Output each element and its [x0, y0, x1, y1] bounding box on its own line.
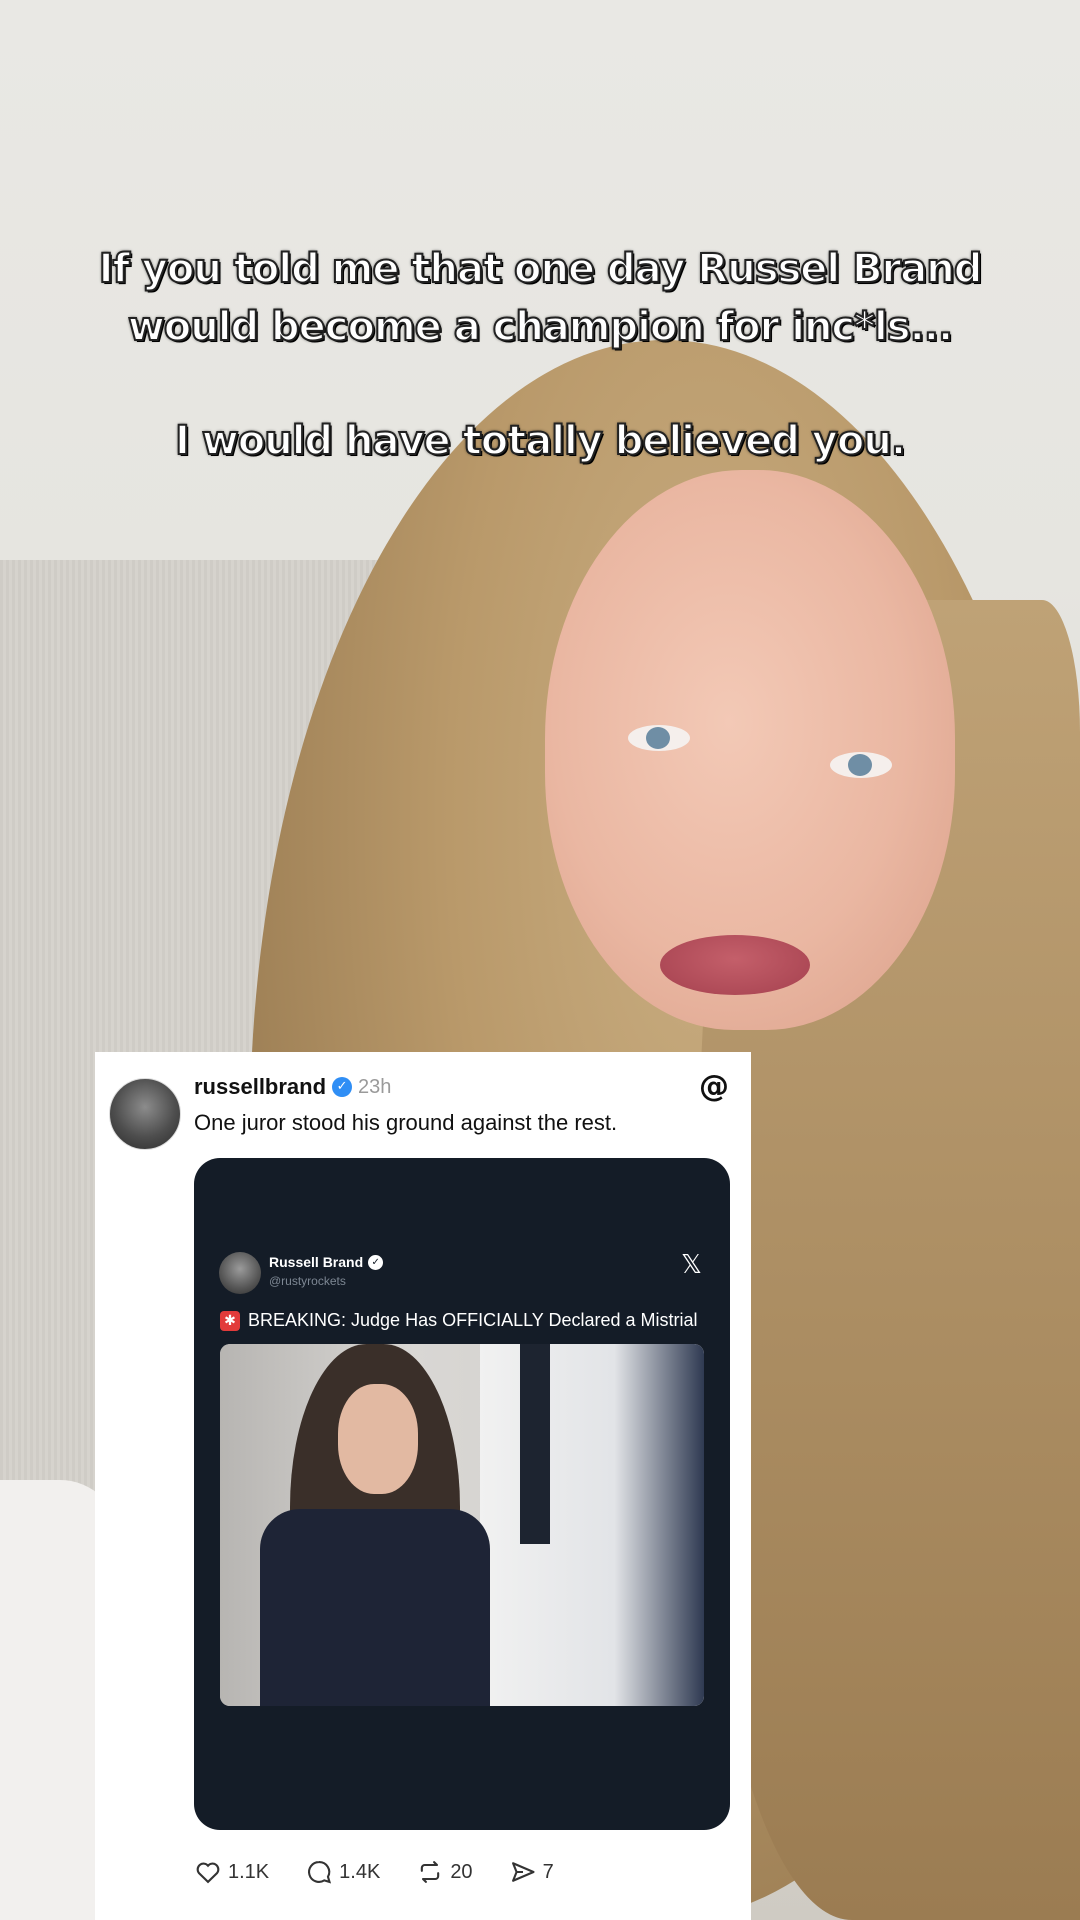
right-eye [830, 752, 892, 778]
embed-text: BREAKING: Judge Has OFFICIALLY Declared … [248, 1310, 698, 1330]
video-caption: If you told me that one day Russel Brand… [40, 240, 1040, 470]
threads-logo-icon: @ [699, 1069, 729, 1104]
engagement-bar: 1.1K 1.4K 20 7 [194, 1858, 554, 1886]
like-count: 1.1K [228, 1860, 270, 1883]
caption-line-3: I would have totally believed you. [174, 417, 907, 465]
photo-officer [480, 1344, 704, 1706]
reply-count: 1.4K [339, 1860, 381, 1883]
avatar[interactable] [109, 1078, 181, 1150]
photo-woman-face [338, 1384, 418, 1494]
embedded-tweet-image[interactable]: Russell Brand ✓ @rustyrockets 𝕏 ✱ BREAKI… [194, 1158, 730, 1830]
like-button[interactable]: 1.1K [194, 1858, 269, 1886]
verified-check-icon: ✓ [332, 1077, 353, 1097]
x-logo-icon: 𝕏 [681, 1250, 702, 1280]
embed-name: Russell Brand [269, 1254, 364, 1270]
comment-icon [308, 1861, 332, 1884]
embed-headline: ✱ BREAKING: Judge Has OFFICIALLY Declare… [220, 1310, 698, 1331]
post-time: 23h [358, 1075, 392, 1098]
username[interactable]: russellbrand [194, 1074, 326, 1100]
embed-handle: @rustyrockets [269, 1274, 346, 1288]
repost-count: 20 [450, 1860, 473, 1883]
embed-author: Russell Brand ✓ [269, 1254, 384, 1270]
caption-gap [40, 356, 1040, 412]
heart-icon [196, 1862, 220, 1884]
reply-button[interactable]: 1.4K [305, 1858, 380, 1886]
embed-avatar [219, 1252, 261, 1294]
verified-check-icon: ✓ [368, 1254, 384, 1270]
siren-icon: ✱ [220, 1310, 240, 1331]
repost-icon [421, 1861, 440, 1883]
left-eye [628, 725, 690, 751]
photo-woman-body [260, 1509, 490, 1706]
share-count: 7 [542, 1860, 554, 1883]
share-button[interactable]: 7 [509, 1858, 554, 1886]
post-author: russellbrand ✓ 23h [194, 1074, 391, 1100]
threads-post-card[interactable]: russellbrand ✓ 23h @ One juror stood his… [95, 1052, 751, 1920]
caption-line-2: would become a champion for inc*ls... [127, 303, 954, 351]
photo-officer-tie [520, 1344, 550, 1544]
lips [660, 935, 810, 995]
repost-button[interactable]: 20 [416, 1858, 473, 1886]
send-icon [511, 1862, 535, 1882]
post-text: One juror stood his ground against the r… [194, 1110, 618, 1135]
embed-photo [220, 1344, 704, 1706]
caption-line-1: If you told me that one day Russel Brand [98, 245, 984, 293]
